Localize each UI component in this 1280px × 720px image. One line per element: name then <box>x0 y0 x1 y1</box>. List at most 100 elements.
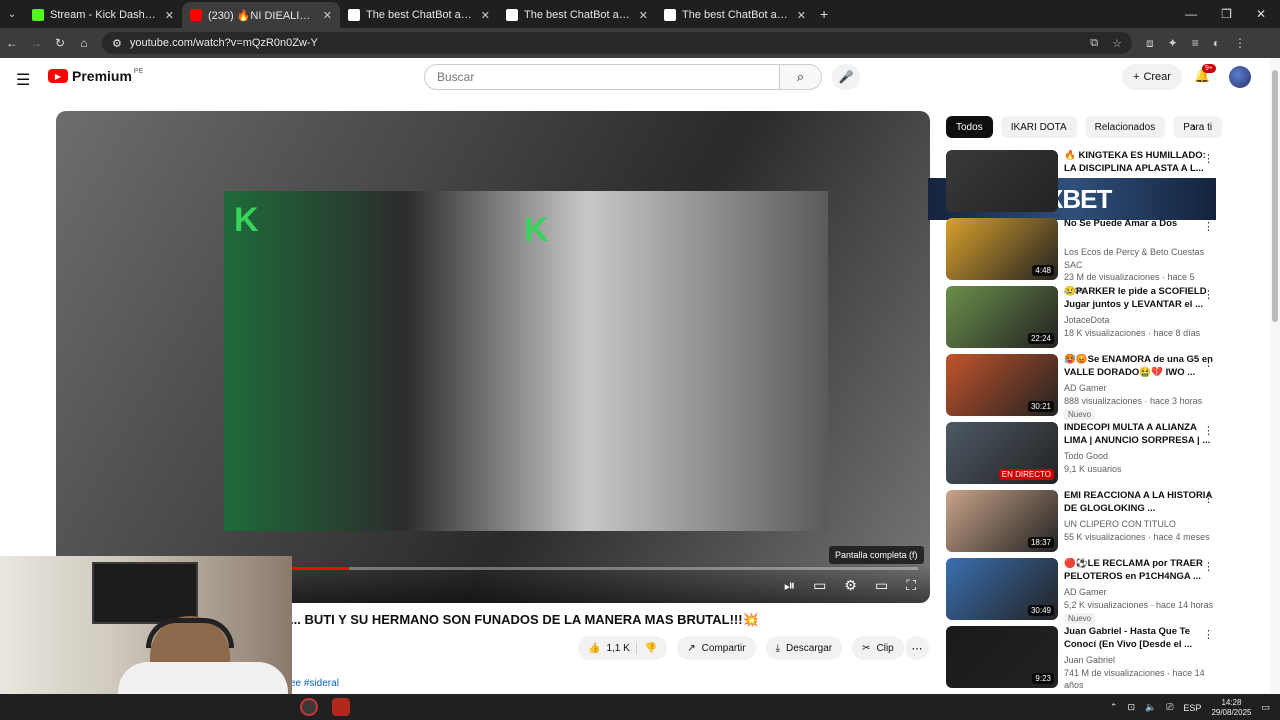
filter-chip[interactable]: Todos <box>946 116 993 138</box>
voice-search-button[interactable]: 🎤 <box>832 64 860 90</box>
tab-close-icon[interactable]: ✕ <box>323 9 332 22</box>
recommendation-menu-icon[interactable]: ⋮ <box>1203 628 1214 641</box>
mic-tray-icon[interactable]: ⎚ <box>1166 702 1173 713</box>
browser-menu-icon[interactable]: ⋮ <box>1234 36 1246 51</box>
recommendation-channel[interactable]: Todo Good <box>1064 450 1214 463</box>
recommendation-thumbnail[interactable] <box>946 150 1058 212</box>
search-input[interactable]: Buscar <box>424 64 780 90</box>
clock[interactable]: 14:28 29/08/2025 <box>1211 698 1251 717</box>
create-button[interactable]: + Crear <box>1122 64 1182 90</box>
recommendation-menu-icon[interactable]: ⋮ <box>1203 560 1214 573</box>
dislike-icon[interactable]: 👎 <box>635 642 657 654</box>
recommendation-thumbnail[interactable]: 18:37 <box>946 490 1058 552</box>
recommendation-title[interactable]: 😢PARKER le pide a SCOFIELD Jugar juntos … <box>1064 286 1214 312</box>
recommendation-item[interactable]: EN DIRECTO INDECOPI MULTA A ALIANZA LIMA … <box>946 422 1226 490</box>
bookmark-star-icon[interactable]: ☆ <box>1112 37 1122 50</box>
tab-search-icon[interactable]: ⌄ <box>0 9 24 20</box>
recommendation-menu-icon[interactable]: ⋮ <box>1203 424 1214 437</box>
like-button[interactable]: 👍 1,1 K 👎 <box>578 636 668 660</box>
recommendation-title[interactable]: 🔴⚽LE RECLAMA por TRAER PELOTEROS en P1CH… <box>1064 558 1214 584</box>
autoplay-toggle-icon[interactable]: ⏯ <box>784 577 795 594</box>
install-app-icon[interactable]: ⧉ <box>1090 37 1098 50</box>
reload-icon[interactable]: ↻ <box>48 36 72 50</box>
recommendation-item[interactable]: 18:37 EMI REACCIONA A LA HISTORIA DE GLOG… <box>946 490 1226 558</box>
recommendation-item[interactable]: 30:49 🔴⚽LE RECLAMA por TRAER PELOTEROS en… <box>946 558 1226 626</box>
recommendation-thumbnail[interactable]: 30:49 <box>946 558 1058 620</box>
recommendation-item[interactable]: 4:48 No Se Puede Amar a Dos Los Ecos de Pe… <box>946 218 1226 295</box>
recommendation-thumbnail[interactable]: 30:21 <box>946 354 1058 416</box>
recommendation-title[interactable]: 🔥 KINGTEKA ES HUMILLADO: LA DISCIPLINA A… <box>1064 150 1214 176</box>
media-icon[interactable]: ≡ <box>1192 36 1199 51</box>
recommendation-menu-icon[interactable]: ⋮ <box>1203 492 1214 505</box>
filter-chip[interactable]: IKARI DOTA <box>1000 116 1077 138</box>
taskbar-app-obs-icon[interactable] <box>300 698 318 716</box>
recommendation-menu-icon[interactable]: ⋮ <box>1203 220 1214 233</box>
maximize-icon[interactable]: ❐ <box>1221 7 1232 21</box>
recommendation-channel[interactable]: AD Gamer <box>1064 586 1214 599</box>
more-actions-button[interactable]: ⋯ <box>905 636 929 660</box>
recommendation-thumbnail[interactable]: 22:24 <box>946 286 1058 348</box>
download-button[interactable]: ⤓ Descargar <box>765 636 843 660</box>
filter-chip[interactable]: Relacionados <box>1084 116 1166 138</box>
menu-hamburger-icon[interactable]: ☰ <box>16 70 30 90</box>
chips-next-icon[interactable]: › <box>1192 120 1196 134</box>
minimize-icon[interactable]: — <box>1185 7 1197 21</box>
recommendation-title[interactable]: No Se Puede Amar a Dos <box>1064 218 1214 244</box>
url-bar[interactable]: ⚙ youtube.com/watch?v=mQzR0n0Zw-Y ⧉ ☆ <box>102 32 1132 54</box>
site-info-icon[interactable]: ⚙ <box>112 37 122 50</box>
description-snippet[interactable]: ee #sideral <box>290 678 339 689</box>
recommendation-item[interactable]: 22:24 😢PARKER le pide a SCOFIELD Jugar ju… <box>946 286 1226 354</box>
recommendation-item[interactable]: 9:23 Juan Gabriel - Hasta Que Te Conocí (… <box>946 626 1226 694</box>
page-scrollbar[interactable] <box>1270 58 1280 694</box>
extensions-icon[interactable]: ✦ <box>1168 36 1178 51</box>
home-icon[interactable]: ⌂ <box>72 36 96 50</box>
clip-button[interactable]: ✂ Clip <box>852 636 904 660</box>
search-button[interactable]: ⌕ <box>780 64 822 90</box>
recommendation-menu-icon[interactable]: ⋮ <box>1203 356 1214 369</box>
taskbar-app-dota-icon[interactable] <box>332 698 350 716</box>
recommendation-channel[interactable]: AD Gamer <box>1064 382 1214 395</box>
recommendation-channel[interactable]: Los Ecos de Percy & Beto Cuestas SAC <box>1064 246 1214 271</box>
network-icon[interactable]: ⊡ <box>1127 702 1135 713</box>
scrollbar-thumb[interactable] <box>1272 70 1278 322</box>
volume-icon[interactable]: 🔈 <box>1145 702 1156 713</box>
recommendation-channel[interactable]: JotaceDota <box>1064 314 1214 327</box>
translate-icon[interactable]: ⧈ <box>1146 36 1154 51</box>
recommendation-title[interactable]: INDECOPI MULTA A ALIANZA LIMA | ANUNCIO … <box>1064 422 1214 448</box>
subtitles-icon[interactable]: ▭ <box>813 577 826 594</box>
theater-mode-icon[interactable]: ▭ <box>875 577 888 594</box>
forward-icon[interactable]: → <box>24 36 48 50</box>
recommendation-item[interactable]: 🔥 KINGTEKA ES HUMILLADO: LA DISCIPLINA A… <box>946 150 1226 218</box>
browser-tab[interactable]: Stream - Kick Dashboard ✕ <box>24 2 182 28</box>
video-player[interactable]: K K ⏯ ▭ ⚙ ▭ ⛶ <box>56 111 930 603</box>
recommendation-menu-icon[interactable]: ⋮ <box>1203 152 1214 165</box>
new-tab-button[interactable]: + <box>820 6 828 22</box>
notification-center-icon[interactable]: ▭ <box>1261 702 1270 713</box>
recommendation-thumbnail[interactable]: EN DIRECTO <box>946 422 1058 484</box>
browser-tab[interactable]: (230) 🔥NI DIEALIS SE ATRE ✕ <box>182 2 340 28</box>
language-indicator[interactable]: ESP <box>1183 703 1201 713</box>
recommendation-thumbnail[interactable]: 4:48 <box>946 218 1058 280</box>
close-window-icon[interactable]: ✕ <box>1256 7 1266 21</box>
share-button[interactable]: ↗ Compartir <box>677 636 756 660</box>
tab-close-icon[interactable]: ✕ <box>639 9 648 22</box>
tray-arrow-icon[interactable]: ⌃ <box>1110 702 1118 713</box>
youtube-logo[interactable]: ▶ Premium PE <box>48 68 143 84</box>
recommendation-title[interactable]: Juan Gabriel - Hasta Que Te Conocí (En V… <box>1064 626 1214 652</box>
tab-close-icon[interactable]: ✕ <box>481 9 490 22</box>
tab-close-icon[interactable]: ✕ <box>797 9 806 22</box>
recommendation-menu-icon[interactable]: ⋮ <box>1203 288 1214 301</box>
recommendation-channel[interactable]: Juan Gabriel <box>1064 654 1214 667</box>
filter-chip[interactable]: Para ti <box>1173 116 1223 138</box>
browser-tab[interactable]: The best ChatBot and Widgets ✕ <box>340 2 498 28</box>
profile-icon[interactable]: ◐ <box>1213 36 1220 51</box>
recommendation-title[interactable]: 🥵😡Se ENAMORA de una G5 en VALLE DORADO🤮💔… <box>1064 354 1214 380</box>
browser-tab[interactable]: The best ChatBot and Widgets ✕ <box>656 2 814 28</box>
browser-tab[interactable]: The best ChatBot and Widgets ✕ <box>498 2 656 28</box>
recommendation-thumbnail[interactable]: 9:23 <box>946 626 1058 688</box>
back-icon[interactable]: ← <box>0 36 24 50</box>
account-avatar[interactable] <box>1229 66 1251 88</box>
tab-close-icon[interactable]: ✕ <box>165 9 174 22</box>
recommendation-channel[interactable]: UN CLIPERO CON TITULO <box>1064 518 1214 531</box>
fullscreen-icon[interactable]: ⛶ <box>906 577 916 594</box>
